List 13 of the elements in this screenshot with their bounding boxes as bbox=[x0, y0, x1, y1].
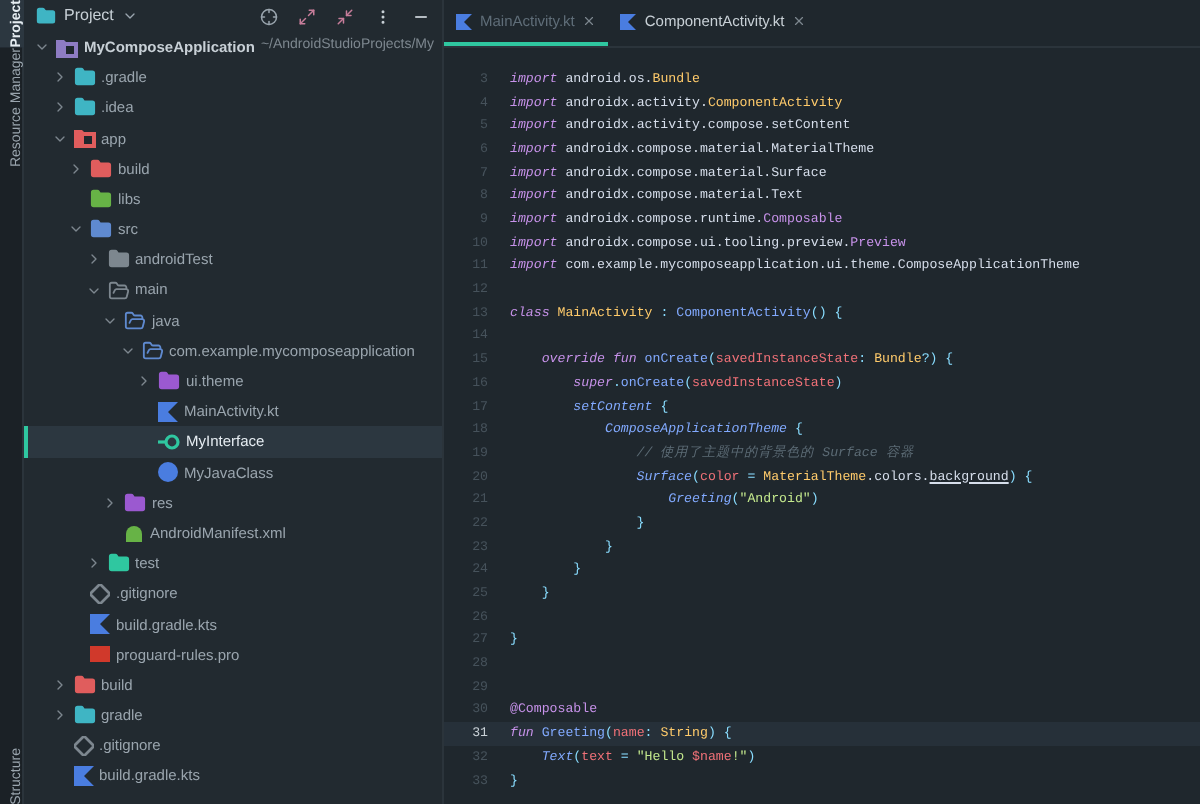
folder-icon bbox=[36, 6, 56, 26]
close-icon[interactable] bbox=[792, 14, 807, 28]
chevron-right-icon[interactable] bbox=[68, 159, 84, 178]
locate-icon[interactable] bbox=[260, 7, 278, 25]
collapse-all-icon[interactable] bbox=[336, 7, 354, 25]
dropdown-caret-icon[interactable] bbox=[121, 8, 138, 24]
chevron-right-icon[interactable] bbox=[136, 372, 152, 391]
close-icon[interactable] bbox=[582, 14, 597, 28]
project-view-dropdown[interactable]: Project bbox=[64, 4, 114, 28]
expand-all-icon[interactable] bbox=[298, 7, 316, 25]
kotlin-file-icon bbox=[620, 13, 637, 29]
kotlin-file-icon bbox=[456, 13, 472, 29]
chevron-right-icon[interactable] bbox=[102, 493, 118, 512]
